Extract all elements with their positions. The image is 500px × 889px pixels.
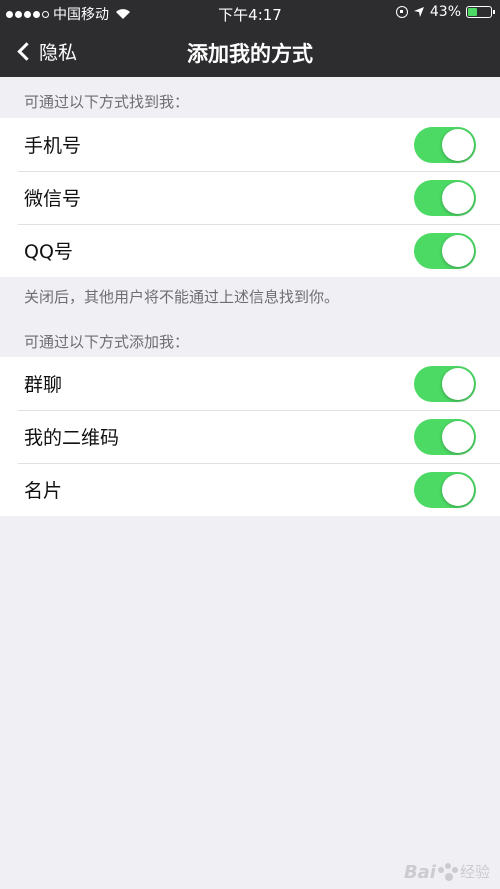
row-label: 名片 xyxy=(24,480,63,502)
row-label: 手机号 xyxy=(24,135,82,157)
find-me-group: 手机号 微信号 QQ号 xyxy=(0,118,500,277)
battery-icon xyxy=(466,6,495,18)
baidu-watermark: Bai 经验 xyxy=(404,862,490,883)
battery-fill xyxy=(468,8,478,16)
paw-icon xyxy=(437,862,458,883)
list-item-business-card: 名片 xyxy=(0,463,500,516)
group-chat-toggle[interactable] xyxy=(414,366,476,402)
page-title: 添加我的方式 xyxy=(187,42,313,66)
watermark-text: 经验 xyxy=(459,863,490,881)
list-item-group-chat: 群聊 xyxy=(0,357,500,410)
toggle-knob xyxy=(442,368,474,400)
wechat-id-toggle[interactable] xyxy=(414,180,476,216)
business-card-toggle[interactable] xyxy=(414,472,476,508)
list-item-wechat-id: 微信号 xyxy=(0,171,500,224)
toggle-knob xyxy=(442,474,474,506)
list-item-phone: 手机号 xyxy=(0,118,500,171)
qq-toggle[interactable] xyxy=(414,233,476,269)
row-label: 微信号 xyxy=(24,188,82,210)
list-item-qr-code: 我的二维码 xyxy=(0,410,500,463)
list-item-qq: QQ号 xyxy=(0,224,500,277)
section-header-find-me: 可通过以下方式找到我： xyxy=(24,93,190,111)
rotation-lock-icon xyxy=(395,6,408,18)
battery-percent: 43% xyxy=(429,4,461,20)
status-bar: 中国移动 下午4:17 43% xyxy=(0,0,500,26)
row-label: QQ号 xyxy=(24,241,73,263)
navigation-bar: 隐私 添加我的方式 xyxy=(0,26,500,77)
section-header-add-me: 可通过以下方式添加我： xyxy=(24,333,190,351)
row-label: 我的二维码 xyxy=(24,427,120,449)
toggle-knob xyxy=(442,129,474,161)
watermark-brand: Bai xyxy=(403,862,436,883)
row-label: 群聊 xyxy=(24,374,63,396)
status-right: 43% xyxy=(395,4,495,20)
toggle-knob xyxy=(442,421,474,453)
location-arrow-icon xyxy=(413,7,424,17)
qr-code-toggle[interactable] xyxy=(414,419,476,455)
toggle-knob xyxy=(442,235,474,267)
add-me-group: 群聊 我的二维码 名片 xyxy=(0,357,500,516)
section-footer-note: 关闭后，其他用户将不能通过上述信息找到你。 xyxy=(24,288,340,306)
phone-toggle[interactable] xyxy=(414,127,476,163)
toggle-knob xyxy=(442,182,474,214)
